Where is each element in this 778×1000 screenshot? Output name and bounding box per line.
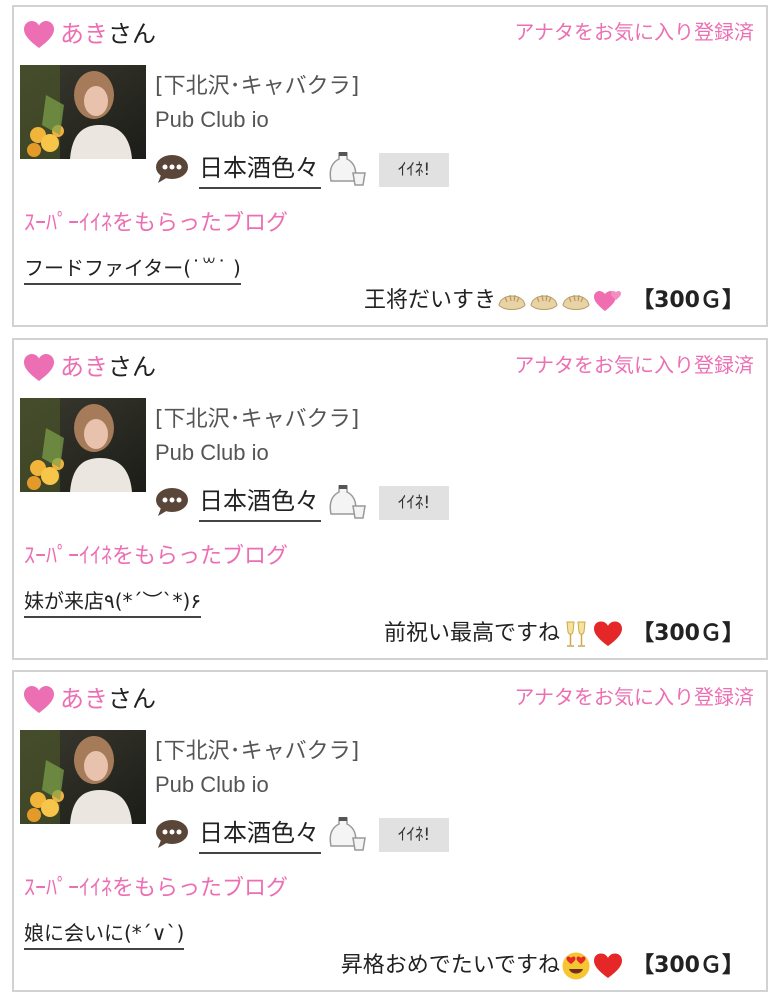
blog-title-link[interactable]: 日本酒色々 [199, 482, 321, 522]
super-iine-list: あきさん アナタをお気に入り登録済 [下北沢･キャバクラ] Pub Club i… [0, 0, 778, 1000]
shop-name: Pub Club io [155, 107, 269, 132]
profile-photo[interactable] [20, 398, 146, 492]
heart-icon [24, 21, 54, 48]
profile-photo[interactable] [20, 730, 146, 824]
comment-text: 前祝い最高ですね [384, 621, 561, 646]
user-suffix: さん [108, 20, 156, 48]
comment-text: 昇格おめでたいですね [340, 953, 561, 978]
champagne-glasses-icon [566, 621, 586, 647]
shop-name: Pub Club io [155, 772, 269, 797]
gyoza-icon [562, 294, 590, 310]
favorite-status: アナタをお気に入り登録済 [514, 353, 754, 377]
user-suffix: さん [108, 353, 156, 381]
heart-icon [24, 686, 54, 713]
super-iine-label: ｽｰﾊﾟｰｲｲﾈをもらったブログ [24, 876, 289, 901]
price-tag: 【300Ｇ】 [632, 953, 744, 978]
price-tag: 【300Ｇ】 [632, 288, 744, 313]
profile-photo[interactable] [20, 65, 146, 159]
price-tag: 【300Ｇ】 [632, 621, 744, 646]
super-iine-card: あきさん アナタをお気に入り登録済 [下北沢･キャバクラ] Pub Club i… [12, 670, 768, 992]
blog-title-link[interactable]: 日本酒色々 [199, 149, 321, 189]
super-iine-card: あきさん アナタをお気に入り登録済 [下北沢･キャバクラ] Pub Club i… [12, 5, 768, 327]
comment-row: 前祝い最高ですね 【300Ｇ】 [384, 618, 744, 650]
chat-bubble-icon [156, 155, 188, 183]
sake-icon [329, 817, 366, 851]
source-blog-link[interactable]: 娘に会いに(*´∨`) [24, 918, 185, 950]
heart-icon [24, 354, 54, 381]
user-name-link[interactable]: あき [60, 20, 108, 48]
chat-bubble-icon [156, 820, 188, 848]
super-iine-label: ｽｰﾊﾟｰｲｲﾈをもらったブログ [24, 544, 289, 569]
favorite-status: アナタをお気に入り登録済 [514, 20, 754, 44]
user-line: あきさん [60, 682, 156, 716]
super-iine-card: あきさん アナタをお気に入り登録済 [下北沢･キャバクラ] Pub Club i… [12, 338, 768, 660]
two-hearts-icon [594, 291, 622, 311]
user-name-link[interactable]: あき [60, 353, 108, 381]
shop-area: [下北沢･キャバクラ] [155, 407, 360, 432]
user-name-link[interactable]: あき [60, 685, 108, 713]
gyoza-icon [530, 294, 558, 310]
favorite-status: アナタをお気に入り登録済 [514, 685, 754, 709]
comment-row: 昇格おめでたいですね 【300Ｇ】 [341, 950, 744, 982]
shop-area: [下北沢･キャバクラ] [155, 74, 360, 99]
red-heart-icon [594, 621, 623, 646]
source-blog-link[interactable]: フードファイター(˙꒳˙ ) [24, 253, 241, 285]
iine-button[interactable]: ｲｲﾈ! [379, 818, 449, 852]
user-line: あきさん [60, 17, 156, 51]
iine-button[interactable]: ｲｲﾈ! [379, 153, 449, 187]
comment-text: 王将だいすき [364, 288, 497, 313]
comment-row: 王将だいすき 【300Ｇ】 [364, 285, 744, 317]
sake-icon [329, 152, 366, 186]
gyoza-icon [498, 294, 526, 310]
sake-icon [329, 485, 366, 519]
iine-button[interactable]: ｲｲﾈ! [379, 486, 449, 520]
user-suffix: さん [108, 685, 156, 713]
blog-title-link[interactable]: 日本酒色々 [199, 814, 321, 854]
shop-area: [下北沢･キャバクラ] [155, 739, 360, 764]
heart-eyes-face-icon [562, 952, 590, 980]
source-blog-link[interactable]: 妹が来店٩(*´︶`*)۶ [24, 586, 202, 618]
user-line: あきさん [60, 350, 156, 384]
shop-name: Pub Club io [155, 440, 269, 465]
chat-bubble-icon [156, 488, 188, 516]
red-heart-icon [594, 953, 623, 978]
super-iine-label: ｽｰﾊﾟｰｲｲﾈをもらったブログ [24, 211, 289, 236]
